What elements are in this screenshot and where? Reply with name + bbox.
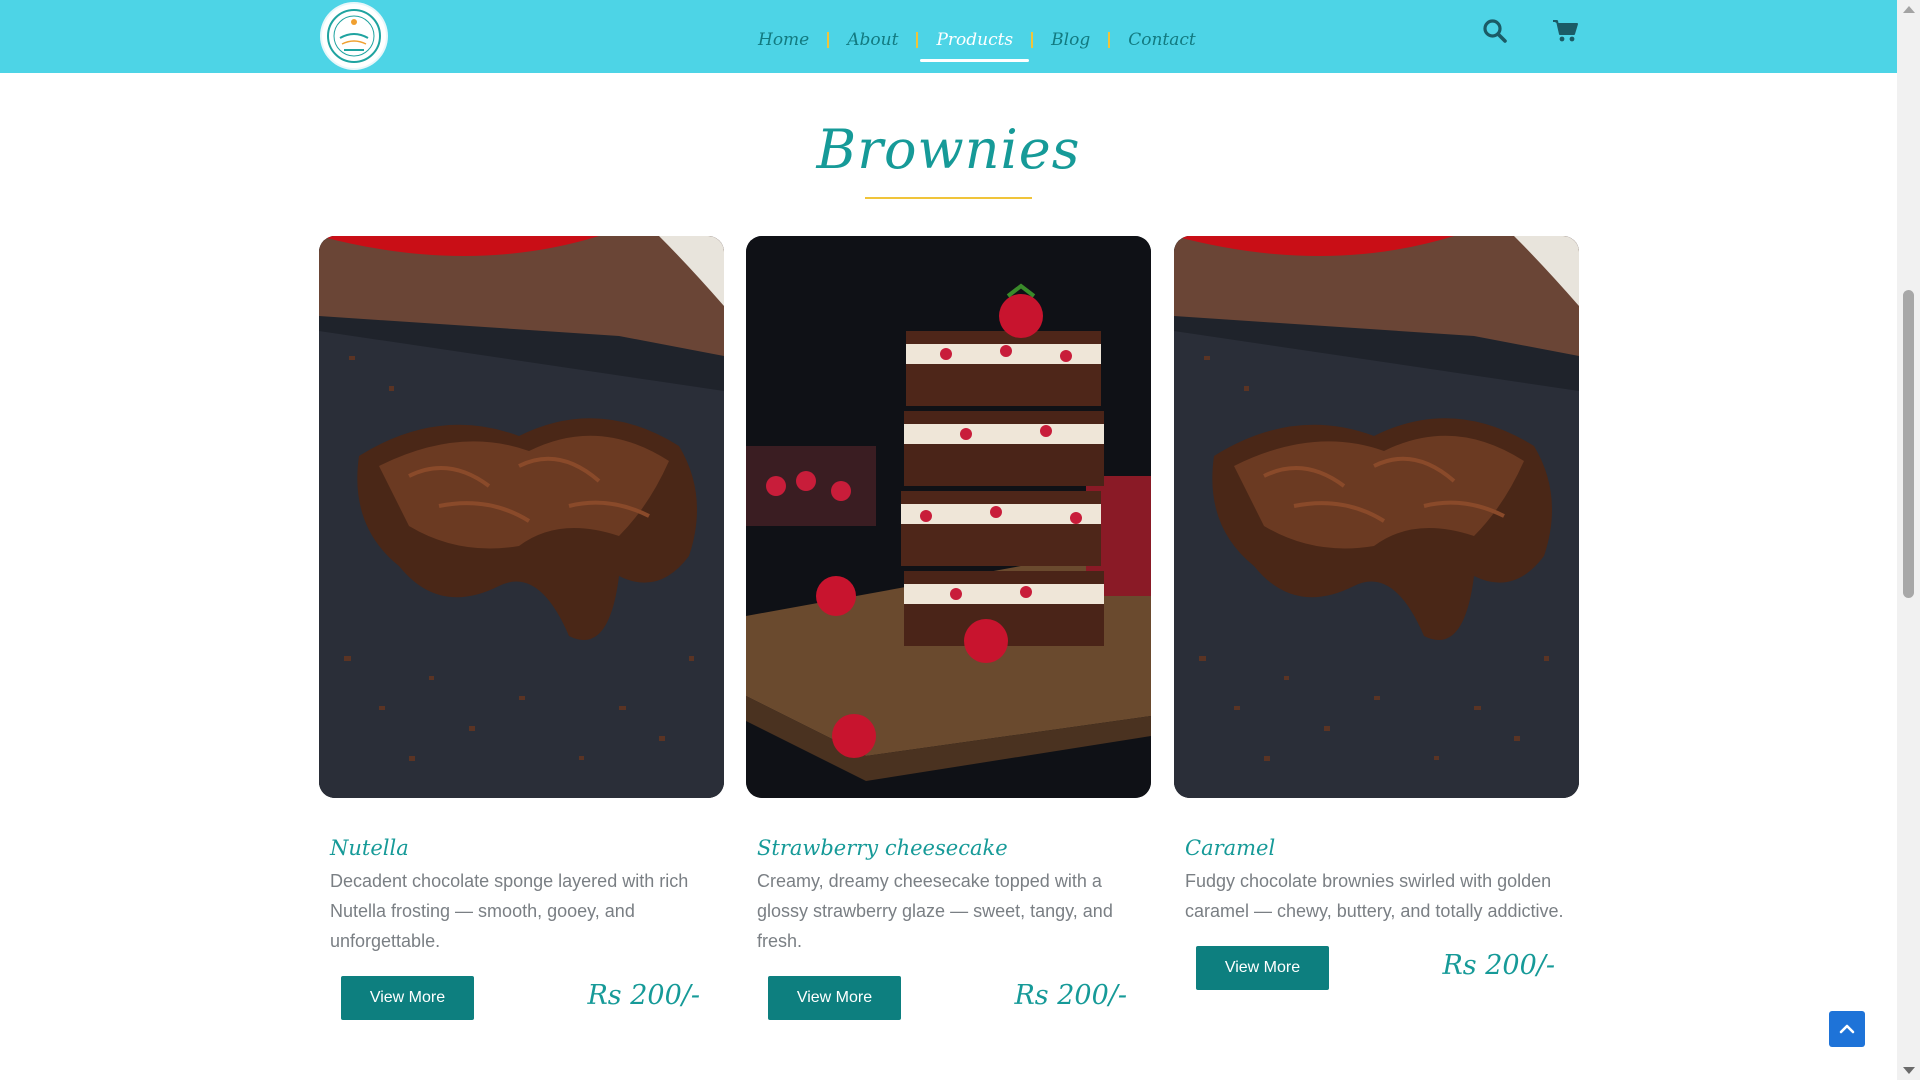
section-title: Brownies [816, 118, 1081, 181]
chevron-up-icon [1839, 1024, 1855, 1034]
product-price: Rs 200/- [587, 980, 700, 1011]
cart-icon[interactable] [1551, 18, 1579, 46]
product-name: Nutella [330, 836, 409, 860]
product-footer: View More Rs 200/- [1174, 946, 1579, 1006]
product-price: Rs 200/- [1442, 950, 1555, 981]
main-nav: Home About Products Blog Contact [740, 18, 1214, 62]
nav-blog[interactable]: Blog [1033, 30, 1108, 50]
product-image [1174, 236, 1579, 798]
nav-about[interactable]: About [829, 30, 916, 50]
scrollbar[interactable] [1897, 0, 1920, 1080]
product-card: Strawberry cheesecake Creamy, dreamy che… [746, 236, 1151, 1036]
strawberry-brownie-stack-photo [746, 236, 1151, 798]
title-underline [865, 197, 1032, 199]
scroll-down-arrow-icon[interactable] [1903, 1067, 1915, 1074]
product-footer: View More Rs 200/- [319, 976, 724, 1036]
scroll-up-arrow-icon[interactable] [1903, 6, 1915, 13]
product-card: Nutella Decadent chocolate sponge layere… [319, 236, 724, 1036]
view-more-button[interactable]: View More [768, 976, 901, 1020]
back-to-top-button[interactable] [1829, 1011, 1865, 1047]
chocolate-brownie-photo [1174, 236, 1579, 798]
product-image [746, 236, 1151, 798]
product-price: Rs 200/- [1014, 980, 1127, 1011]
nav-contact[interactable]: Contact [1110, 30, 1214, 50]
site-header: Home About Products Blog Contact [0, 0, 1897, 73]
chocolate-brownie-photo [319, 236, 724, 798]
product-name: Caramel [1185, 836, 1276, 860]
product-description: Decadent chocolate sponge layered with r… [330, 871, 689, 951]
product-card: Caramel Fudgy chocolate brownies swirled… [1174, 236, 1579, 1006]
product-description: Fudgy chocolate brownies swirled with go… [1185, 871, 1564, 921]
search-icon[interactable] [1482, 18, 1510, 46]
product-name: Strawberry cheesecake [757, 836, 1008, 860]
product-image [319, 236, 724, 798]
product-description: Creamy, dreamy cheesecake topped with a … [757, 871, 1113, 951]
product-footer: View More Rs 200/- [746, 976, 1151, 1036]
nav-home[interactable]: Home [740, 30, 827, 50]
view-more-button[interactable]: View More [341, 976, 474, 1020]
scrollbar-thumb[interactable] [1903, 290, 1914, 598]
view-more-button[interactable]: View More [1196, 946, 1329, 990]
cake-logo-icon [327, 9, 381, 63]
nav-products[interactable]: Products [918, 30, 1031, 62]
site-logo[interactable] [322, 4, 386, 68]
